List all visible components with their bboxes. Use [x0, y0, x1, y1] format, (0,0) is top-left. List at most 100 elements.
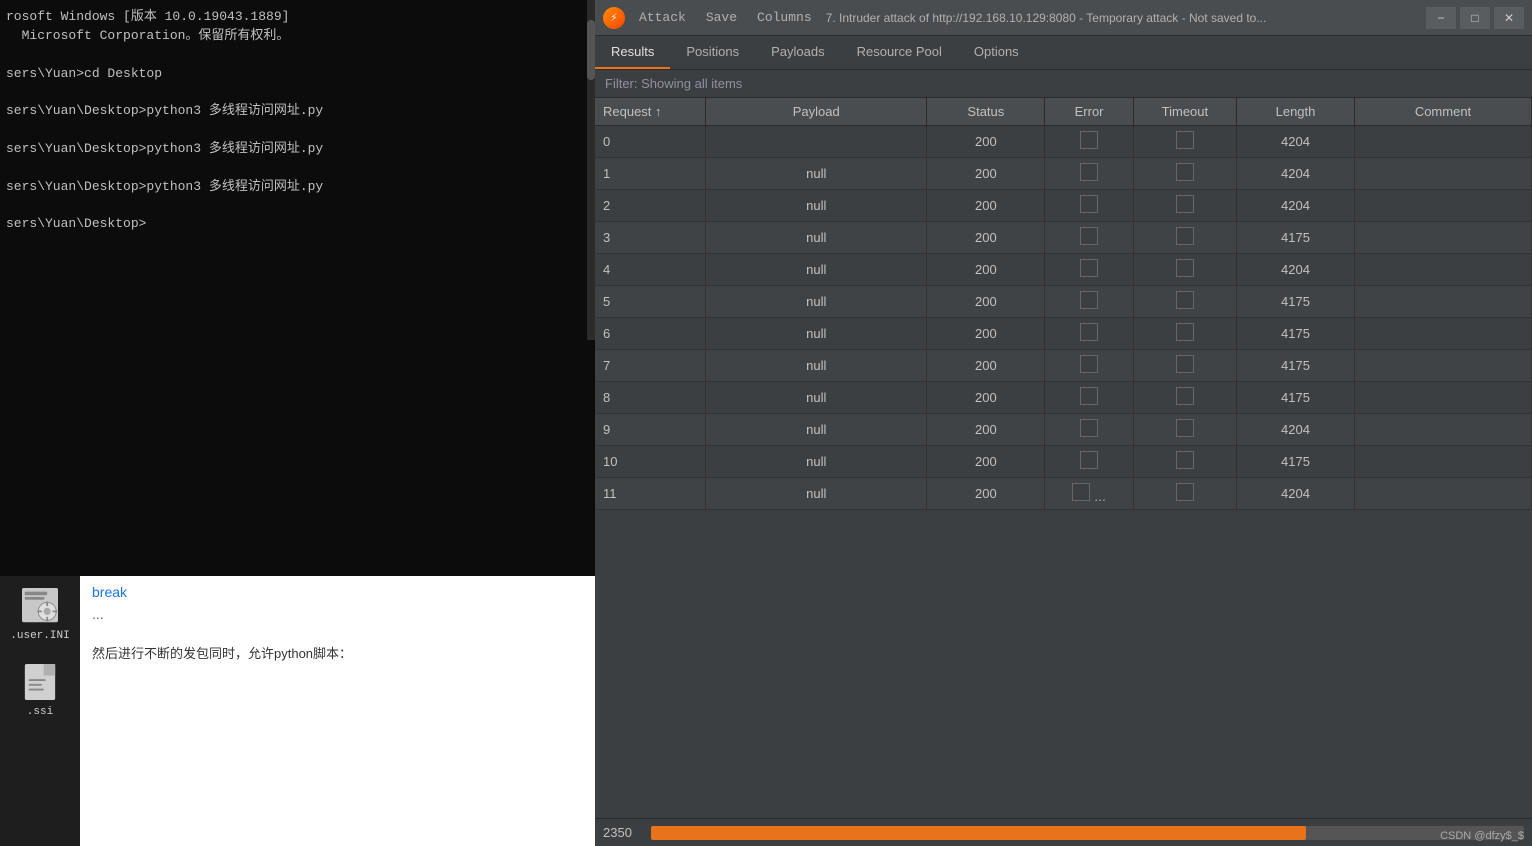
cell-length: 4204 — [1237, 414, 1355, 446]
terminal-panel: rosoft Windows [版本 10.0.19043.1889] Micr… — [0, 0, 595, 846]
table-row[interactable]: 11null200...4204 — [595, 478, 1532, 510]
terminal-scrollbar[interactable] — [587, 0, 595, 340]
status-count: 2350 — [603, 825, 643, 840]
cell-status: 200 — [927, 446, 1045, 478]
table-row[interactable]: 1null2004204 — [595, 158, 1532, 190]
cell-payload: null — [706, 414, 927, 446]
tab-resource-pool[interactable]: Resource Pool — [841, 35, 958, 69]
error-checkbox[interactable] — [1080, 195, 1098, 213]
cell-error[interactable] — [1045, 286, 1133, 318]
cell-error[interactable] — [1045, 414, 1133, 446]
cell-payload: null — [706, 318, 927, 350]
cell-error[interactable]: ... — [1045, 478, 1133, 510]
cell-error[interactable] — [1045, 222, 1133, 254]
terminal-line — [6, 46, 589, 65]
table-row[interactable]: 2null2004204 — [595, 190, 1532, 222]
error-checkbox[interactable] — [1080, 387, 1098, 405]
attack-menu-button[interactable]: Attack — [633, 8, 692, 27]
columns-menu-button[interactable]: Columns — [751, 8, 818, 27]
cell-timeout[interactable] — [1133, 158, 1236, 190]
error-checkbox[interactable] — [1080, 163, 1098, 181]
cell-payload: null — [706, 254, 927, 286]
timeout-checkbox[interactable] — [1176, 291, 1194, 309]
tab-results[interactable]: Results — [595, 35, 670, 69]
cell-timeout[interactable] — [1133, 126, 1236, 158]
table-row[interactable]: 10null2004175 — [595, 446, 1532, 478]
filter-bar[interactable]: Filter: Showing all items — [595, 70, 1532, 98]
col-header-payload[interactable]: Payload — [706, 98, 927, 126]
cell-timeout[interactable] — [1133, 318, 1236, 350]
timeout-checkbox[interactable] — [1176, 259, 1194, 277]
cell-timeout[interactable] — [1133, 286, 1236, 318]
cell-timeout[interactable] — [1133, 350, 1236, 382]
error-checkbox[interactable] — [1080, 451, 1098, 469]
table-row[interactable]: 8null2004175 — [595, 382, 1532, 414]
terminal-scrollbar-thumb[interactable] — [587, 20, 595, 80]
more-options-dots[interactable]: ... — [1094, 488, 1106, 504]
error-checkbox[interactable] — [1080, 259, 1098, 277]
col-header-request[interactable]: Request ↑ — [595, 98, 706, 126]
cell-timeout[interactable] — [1133, 382, 1236, 414]
error-checkbox[interactable] — [1080, 291, 1098, 309]
table-row[interactable]: 5null2004175 — [595, 286, 1532, 318]
timeout-checkbox[interactable] — [1176, 195, 1194, 213]
table-row[interactable]: 9null2004204 — [595, 414, 1532, 446]
col-header-timeout[interactable]: Timeout — [1133, 98, 1236, 126]
save-menu-button[interactable]: Save — [700, 8, 743, 27]
window-controls: − □ ✕ — [1426, 7, 1524, 29]
cell-timeout[interactable] — [1133, 414, 1236, 446]
error-checkbox[interactable] — [1080, 419, 1098, 437]
cell-timeout[interactable] — [1133, 446, 1236, 478]
cell-timeout[interactable] — [1133, 222, 1236, 254]
cell-comment — [1354, 158, 1531, 190]
error-checkbox[interactable] — [1072, 483, 1090, 501]
blog-text: 然后进行不断的发包同时，允许python脚本： — [80, 624, 595, 673]
col-header-comment[interactable]: Comment — [1354, 98, 1531, 126]
table-row[interactable]: 6null2004175 — [595, 318, 1532, 350]
table-row[interactable]: 02004204 — [595, 126, 1532, 158]
tab-options[interactable]: Options — [958, 35, 1035, 69]
table-body: 020042041null20042042null20042043null200… — [595, 126, 1532, 510]
cell-timeout[interactable] — [1133, 254, 1236, 286]
col-header-status[interactable]: Status — [927, 98, 1045, 126]
timeout-checkbox[interactable] — [1176, 227, 1194, 245]
error-checkbox[interactable] — [1080, 131, 1098, 149]
tab-positions[interactable]: Positions — [670, 35, 755, 69]
cell-error[interactable] — [1045, 190, 1133, 222]
desktop-icon-user-ini[interactable]: .user.INI — [10, 586, 69, 642]
timeout-checkbox[interactable] — [1176, 355, 1194, 373]
minimize-button[interactable]: − — [1426, 7, 1456, 29]
cell-error[interactable] — [1045, 350, 1133, 382]
col-header-length[interactable]: Length — [1237, 98, 1355, 126]
timeout-checkbox[interactable] — [1176, 387, 1194, 405]
timeout-checkbox[interactable] — [1176, 163, 1194, 181]
close-button[interactable]: ✕ — [1494, 7, 1524, 29]
cell-error[interactable] — [1045, 446, 1133, 478]
timeout-checkbox[interactable] — [1176, 323, 1194, 341]
cell-request: 7 — [595, 350, 706, 382]
col-header-error[interactable]: Error — [1045, 98, 1133, 126]
error-checkbox[interactable] — [1080, 227, 1098, 245]
timeout-checkbox[interactable] — [1176, 483, 1194, 501]
tab-payloads[interactable]: Payloads — [755, 35, 840, 69]
timeout-checkbox[interactable] — [1176, 419, 1194, 437]
cell-error[interactable] — [1045, 158, 1133, 190]
results-table[interactable]: Request ↑ Payload Status Error Timeout — [595, 98, 1532, 818]
cell-payload: null — [706, 382, 927, 414]
table-row[interactable]: 3null2004175 — [595, 222, 1532, 254]
timeout-checkbox[interactable] — [1176, 451, 1194, 469]
desktop-icon-ssi[interactable]: .ssi — [20, 662, 60, 718]
cell-error[interactable] — [1045, 126, 1133, 158]
table-row[interactable]: 7null2004175 — [595, 350, 1532, 382]
maximize-button[interactable]: □ — [1460, 7, 1490, 29]
cell-timeout[interactable] — [1133, 478, 1236, 510]
table-row[interactable]: 4null2004204 — [595, 254, 1532, 286]
cell-error[interactable] — [1045, 382, 1133, 414]
cell-error[interactable] — [1045, 254, 1133, 286]
cell-payload: null — [706, 158, 927, 190]
cell-error[interactable] — [1045, 318, 1133, 350]
timeout-checkbox[interactable] — [1176, 131, 1194, 149]
error-checkbox[interactable] — [1080, 355, 1098, 373]
cell-timeout[interactable] — [1133, 190, 1236, 222]
error-checkbox[interactable] — [1080, 323, 1098, 341]
